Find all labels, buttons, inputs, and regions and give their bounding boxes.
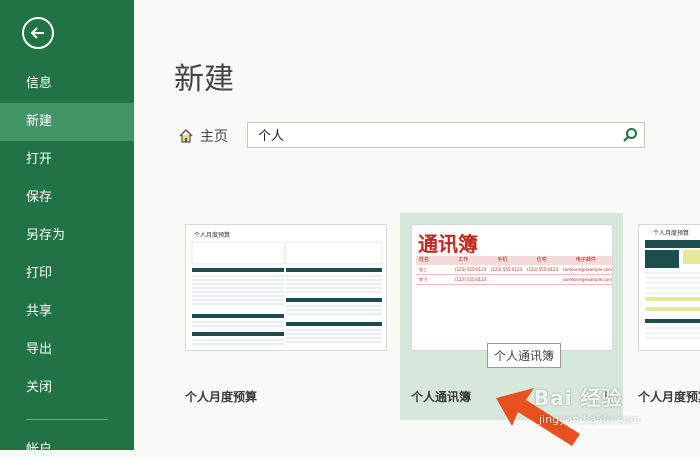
home-label: 主页 (200, 129, 228, 145)
home-icon (179, 129, 193, 143)
nav-close[interactable]: 关闭 (0, 369, 134, 407)
nav-info[interactable]: 信息 (0, 65, 134, 103)
nav-save[interactable]: 保存 (0, 179, 134, 217)
page-title: 新建 (174, 62, 234, 97)
cell: (123) 555-0123 (454, 267, 487, 272)
nav-new[interactable]: 新建 (0, 103, 134, 141)
backstage-nav: 信息 新建 打开 保存 另存为 打印 共享 导出 关闭 (0, 65, 134, 407)
cell: someone@example.com (562, 267, 612, 272)
template-card-address-book[interactable]: 通讯簿 姓名 工作 手机 住宅 电子邮件 张三 (123) 555-0123 (… (411, 224, 613, 351)
sidebar: 信息 新建 打开 保存 另存为 打印 共享 导出 关闭 帐户 (0, 0, 134, 457)
cell: 张三 (419, 267, 427, 272)
nav-account[interactable]: 帐户 (26, 438, 52, 457)
col-work: 工作 (458, 257, 469, 263)
cell: 李飞 (419, 277, 427, 282)
budget-preview-title: 个人月度预算 (194, 232, 231, 239)
home-link[interactable]: 主页 (178, 126, 228, 146)
address-book-header-row: 姓名 工作 手机 住宅 电子邮件 (416, 256, 612, 265)
template-label-budget[interactable]: 个人月度预算 (185, 388, 257, 405)
cell (488, 275, 524, 284)
nav-open[interactable]: 打开 (0, 141, 134, 179)
table-row: 李飞 (123) 555-0123 someone@example.com (416, 275, 612, 285)
search-input[interactable] (256, 126, 620, 143)
budget2-preview (645, 240, 700, 339)
template-card-budget[interactable]: 个人月度预算 (185, 224, 387, 351)
budget2-preview-title: 个人月度预算 (653, 230, 690, 237)
cell: (123) 555-0123 (490, 267, 523, 272)
nav-print[interactable]: 打印 (0, 255, 134, 293)
main-panel: 新建 主页 个人 个人月度预算 个人月度预算 通讯簿 姓名 工作 手机 住宅 电… (134, 0, 700, 450)
address-book-preview-title: 通讯簿 (418, 232, 478, 256)
nav-divider (26, 419, 108, 420)
nav-share[interactable]: 共享 (0, 293, 134, 331)
template-tooltip: 个人通讯簿 (487, 343, 562, 368)
template-card-budget-2[interactable]: 个人月度预算 (638, 224, 700, 351)
cell: (123) 555-0123 (454, 277, 487, 282)
nav-export[interactable]: 导出 (0, 331, 134, 369)
watermark-main: Bai 经验 (534, 386, 623, 410)
nav-save-as[interactable]: 另存为 (0, 217, 134, 255)
watermark-sub: jingyan.baidu.com (539, 413, 641, 426)
cell (524, 275, 560, 284)
search-box (247, 122, 645, 148)
cell: someone@example.com (562, 277, 612, 282)
back-button[interactable] (22, 17, 54, 49)
budget-preview (191, 241, 383, 345)
col-home: 住宅 (536, 257, 547, 263)
arrow-left-icon (30, 27, 44, 39)
template-label-address-book[interactable]: 个人通讯簿 (411, 388, 471, 405)
table-row: 张三 (123) 555-0123 (123) 555-0123 (123) 5… (416, 265, 612, 275)
col-mobile: 手机 (497, 257, 508, 263)
col-email: 电子邮件 (575, 257, 596, 263)
cell: (123) 555-0123 (526, 267, 559, 272)
col-name: 姓名 (419, 257, 430, 263)
search-icon[interactable] (622, 127, 638, 143)
template-label-budget-2[interactable]: 个人月度预算 (638, 388, 700, 405)
